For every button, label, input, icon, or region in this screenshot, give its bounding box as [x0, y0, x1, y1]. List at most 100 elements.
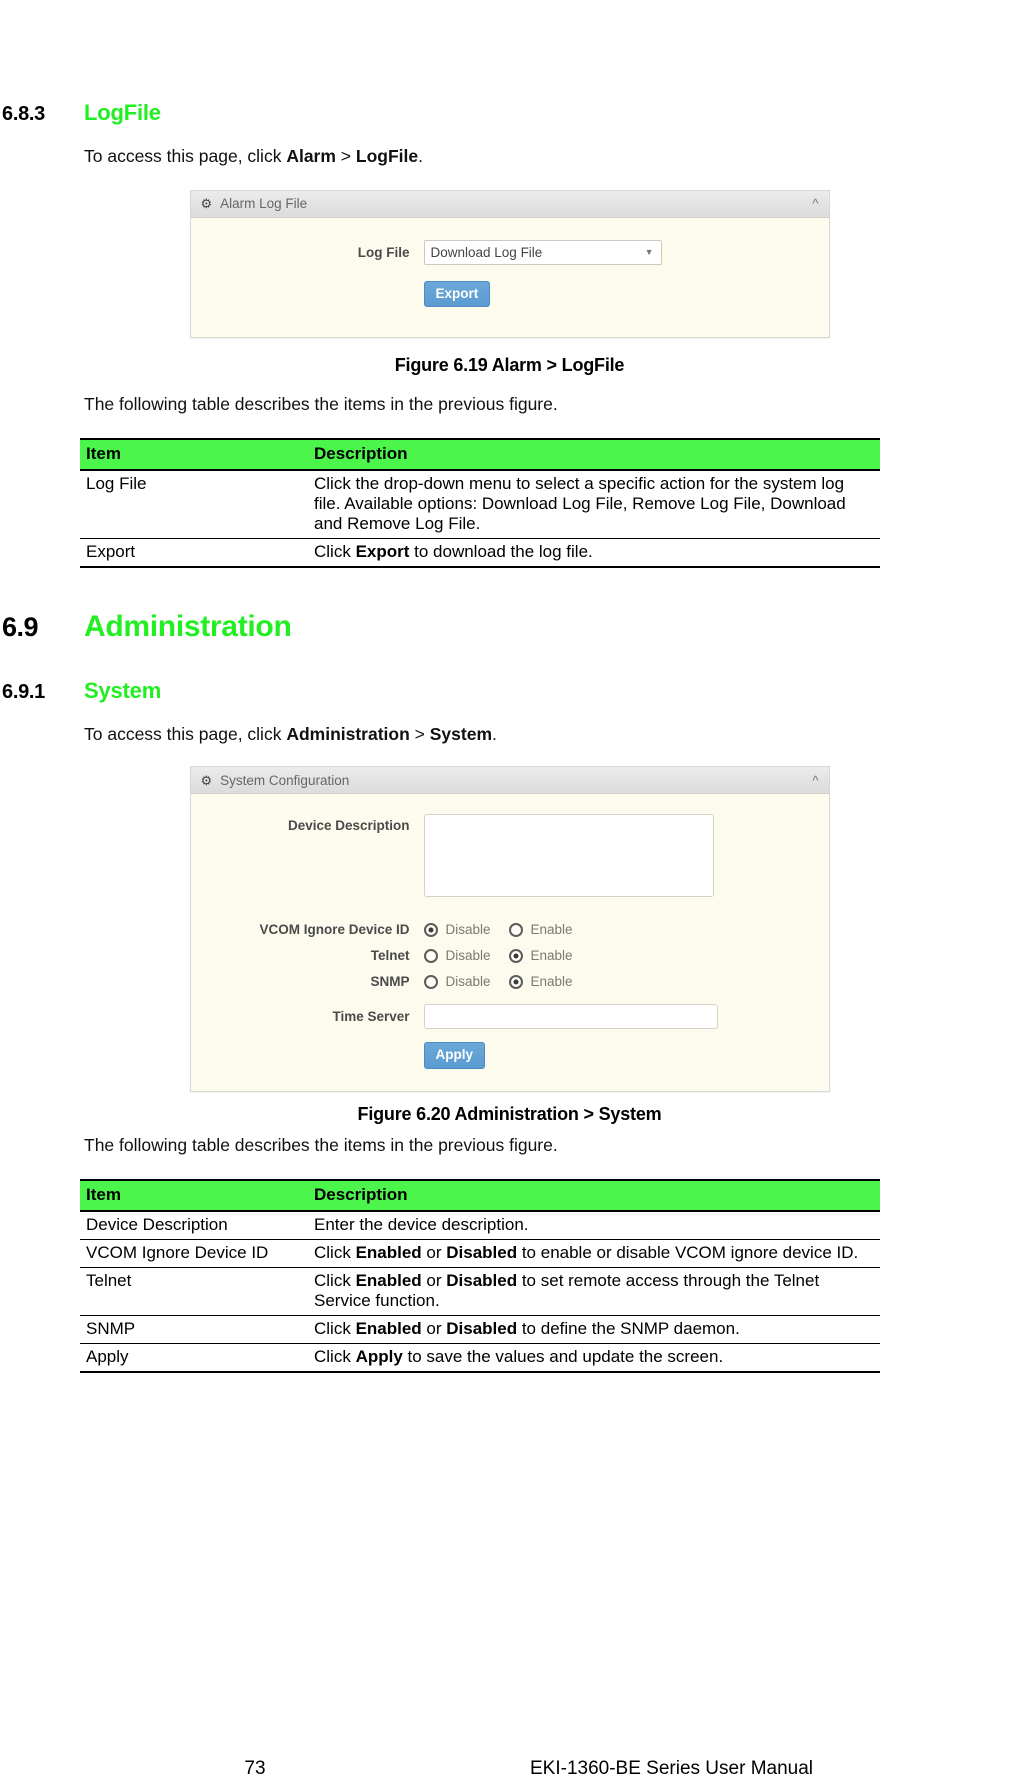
time-server-input[interactable] [423, 1004, 718, 1030]
emphasis-text: Enabled [355, 1318, 422, 1338]
vcom-ignore-device-id-label: VCOM Ignore Device ID [259, 922, 410, 938]
export-button[interactable]: Export [423, 280, 491, 308]
intro-suffix: . [492, 724, 497, 745]
radio-button-icon[interactable] [423, 948, 438, 963]
export-field: Export [423, 280, 829, 308]
system-description-table: Item Description Device Description Enter… [80, 1178, 880, 1373]
table-cell-description: Click Enabled or Disabled to define the … [308, 1315, 880, 1344]
table-cell-item: Export [80, 538, 308, 569]
intro-bold-logfile: LogFile [355, 146, 419, 166]
system-configuration-panel-header[interactable]: ⚙ System Configuration ^ [190, 767, 829, 795]
manual-title: EKI-1360-BE Series User Manual [530, 1758, 814, 1779]
intro-bold-administration: Administration [286, 724, 410, 745]
gear-icon: ⚙ [200, 772, 213, 788]
telnet-radio-group: Disable Enable [423, 948, 829, 963]
table-row: Device Description Enter the device descr… [80, 1210, 880, 1240]
table-cell-description: Click Apply to save the values and updat… [308, 1343, 880, 1373]
radio-label: Enable [530, 922, 573, 938]
table-cell-item: Apply [80, 1343, 308, 1373]
table-cell-description: Click Enabled or Disabled to set remote … [308, 1267, 880, 1316]
vcom-ignore-device-id-row: VCOM Ignore Device ID Disable Enable [191, 922, 829, 937]
table-row: Export Click Export to download the log f… [80, 538, 880, 569]
alarm-log-file-panel: ⚙ Alarm Log File ^ Log File Download Log… [189, 189, 830, 339]
system-configuration-panel: ⚙ System Configuration ^ Device Descript… [189, 766, 830, 1092]
panel-title: Alarm Log File [220, 196, 308, 212]
alarm-log-file-panel-body: Log File Download Log File ▼ Export [190, 217, 829, 338]
system-configuration-panel-body: Device Description VCOM Ignore Device ID… [190, 794, 829, 1091]
intro-suffix: . [418, 146, 423, 166]
page-footer: 73 EKI-1360-BE Series User Manual [0, 1758, 1019, 1780]
chevron-up-icon[interactable]: ^ [812, 774, 818, 787]
table-row: VCOM Ignore Device ID Click Enabled or Di… [80, 1239, 880, 1268]
telnet-radio-disable[interactable]: Disable [423, 948, 491, 963]
device-description-label: Device Description [287, 818, 410, 834]
radio-label: Disable [445, 974, 491, 990]
snmp-radio-group: Disable Enable [423, 974, 829, 990]
heading-logfile: 6.8.3 LogFile [0, 100, 1019, 126]
emphasis-text: Enabled [355, 1242, 422, 1262]
telnet-label: Telnet [370, 948, 410, 964]
snmp-radio-enable[interactable]: Enable [508, 974, 573, 990]
table1-intro: The following table describes the items … [84, 394, 558, 415]
radio-button-icon[interactable] [508, 922, 523, 937]
table2-body: Device Description Enter the device descr… [80, 1210, 880, 1373]
telnet-radio-enable[interactable]: Enable [508, 948, 573, 963]
radio-button-icon[interactable] [423, 974, 438, 989]
table1-body: Log File Click the drop-down menu to sele… [80, 470, 880, 569]
logfile-description-table: Item Description Log File Click the drop-… [80, 438, 880, 569]
logfile-intro-paragraph: To access this page, click Alarm > LogFi… [84, 146, 1019, 168]
emphasis-text: Export [355, 542, 410, 562]
heading-title: Administration [84, 610, 292, 644]
document-page: 6.8.3 LogFile To access this page, click… [0, 100, 1019, 1792]
vcom-radio-disable[interactable]: Disable [423, 922, 491, 937]
radio-label: Enable [530, 974, 573, 990]
log-file-row: Log File Download Log File ▼ [191, 239, 829, 265]
apply-row: Apply [191, 1042, 829, 1069]
log-file-label: Log File [357, 244, 410, 260]
apply-field: Apply [423, 1042, 829, 1069]
table-row: SNMP Click Enabled or Disabled to define … [80, 1315, 880, 1344]
log-file-field: Download Log File ▼ [423, 239, 829, 265]
gear-icon: ⚙ [200, 196, 213, 212]
heading-title: System [84, 678, 162, 704]
snmp-radio-disable[interactable]: Disable [423, 974, 491, 990]
log-file-select-wrapper: Download Log File ▼ [423, 239, 662, 265]
log-file-select[interactable]: Download Log File [423, 239, 662, 265]
intro-prefix: To access this page, click [84, 724, 287, 745]
table1-header-description: Description [308, 438, 880, 472]
time-server-field [423, 1004, 829, 1030]
chevron-up-icon[interactable]: ^ [812, 197, 818, 210]
intro-bold-system: System [429, 724, 493, 745]
radio-button-icon[interactable] [508, 948, 523, 963]
heading-system: 6.9.1 System [0, 678, 1019, 704]
snmp-label: SNMP [370, 974, 410, 990]
figure-caption-619: Figure 6.19 Alarm > LogFile [394, 355, 625, 376]
table-cell-item: Telnet [80, 1267, 308, 1316]
heading-number: 6.8.3 [2, 103, 45, 125]
table-cell-item: SNMP [80, 1315, 308, 1344]
intro-prefix: To access this page, click [84, 146, 287, 166]
table2-header-row: Item Description [80, 1178, 880, 1212]
table1-head: Item Description [80, 438, 880, 472]
vcom-radio-enable[interactable]: Enable [508, 922, 573, 938]
table-cell-description: Click Export to download the log file. [308, 538, 880, 569]
export-row: Export [191, 280, 829, 308]
heading-administration: 6.9 Administration [0, 610, 1019, 644]
table-cell-item: Log File [80, 470, 308, 540]
apply-button[interactable]: Apply [423, 1042, 486, 1069]
telnet-radio-field: Disable Enable [423, 948, 829, 963]
device-description-textarea[interactable] [423, 814, 714, 898]
time-server-label: Time Server [332, 1009, 410, 1025]
intro-separator: > [335, 146, 356, 166]
alarm-log-file-panel-header[interactable]: ⚙ Alarm Log File ^ [190, 190, 829, 218]
radio-button-icon[interactable] [508, 974, 523, 989]
table2-header-description: Description [308, 1178, 880, 1212]
table-cell-description: Click the drop-down menu to select a spe… [308, 470, 880, 540]
intro-separator: > [409, 724, 430, 745]
device-description-row: Device Description [191, 814, 829, 902]
table2-intro: The following table describes the items … [84, 1134, 558, 1155]
radio-button-icon[interactable] [423, 922, 438, 937]
heading-number: 6.9.1 [2, 681, 45, 704]
snmp-row: SNMP Disable Enable [191, 974, 829, 989]
table-cell-item: Device Description [80, 1210, 308, 1240]
